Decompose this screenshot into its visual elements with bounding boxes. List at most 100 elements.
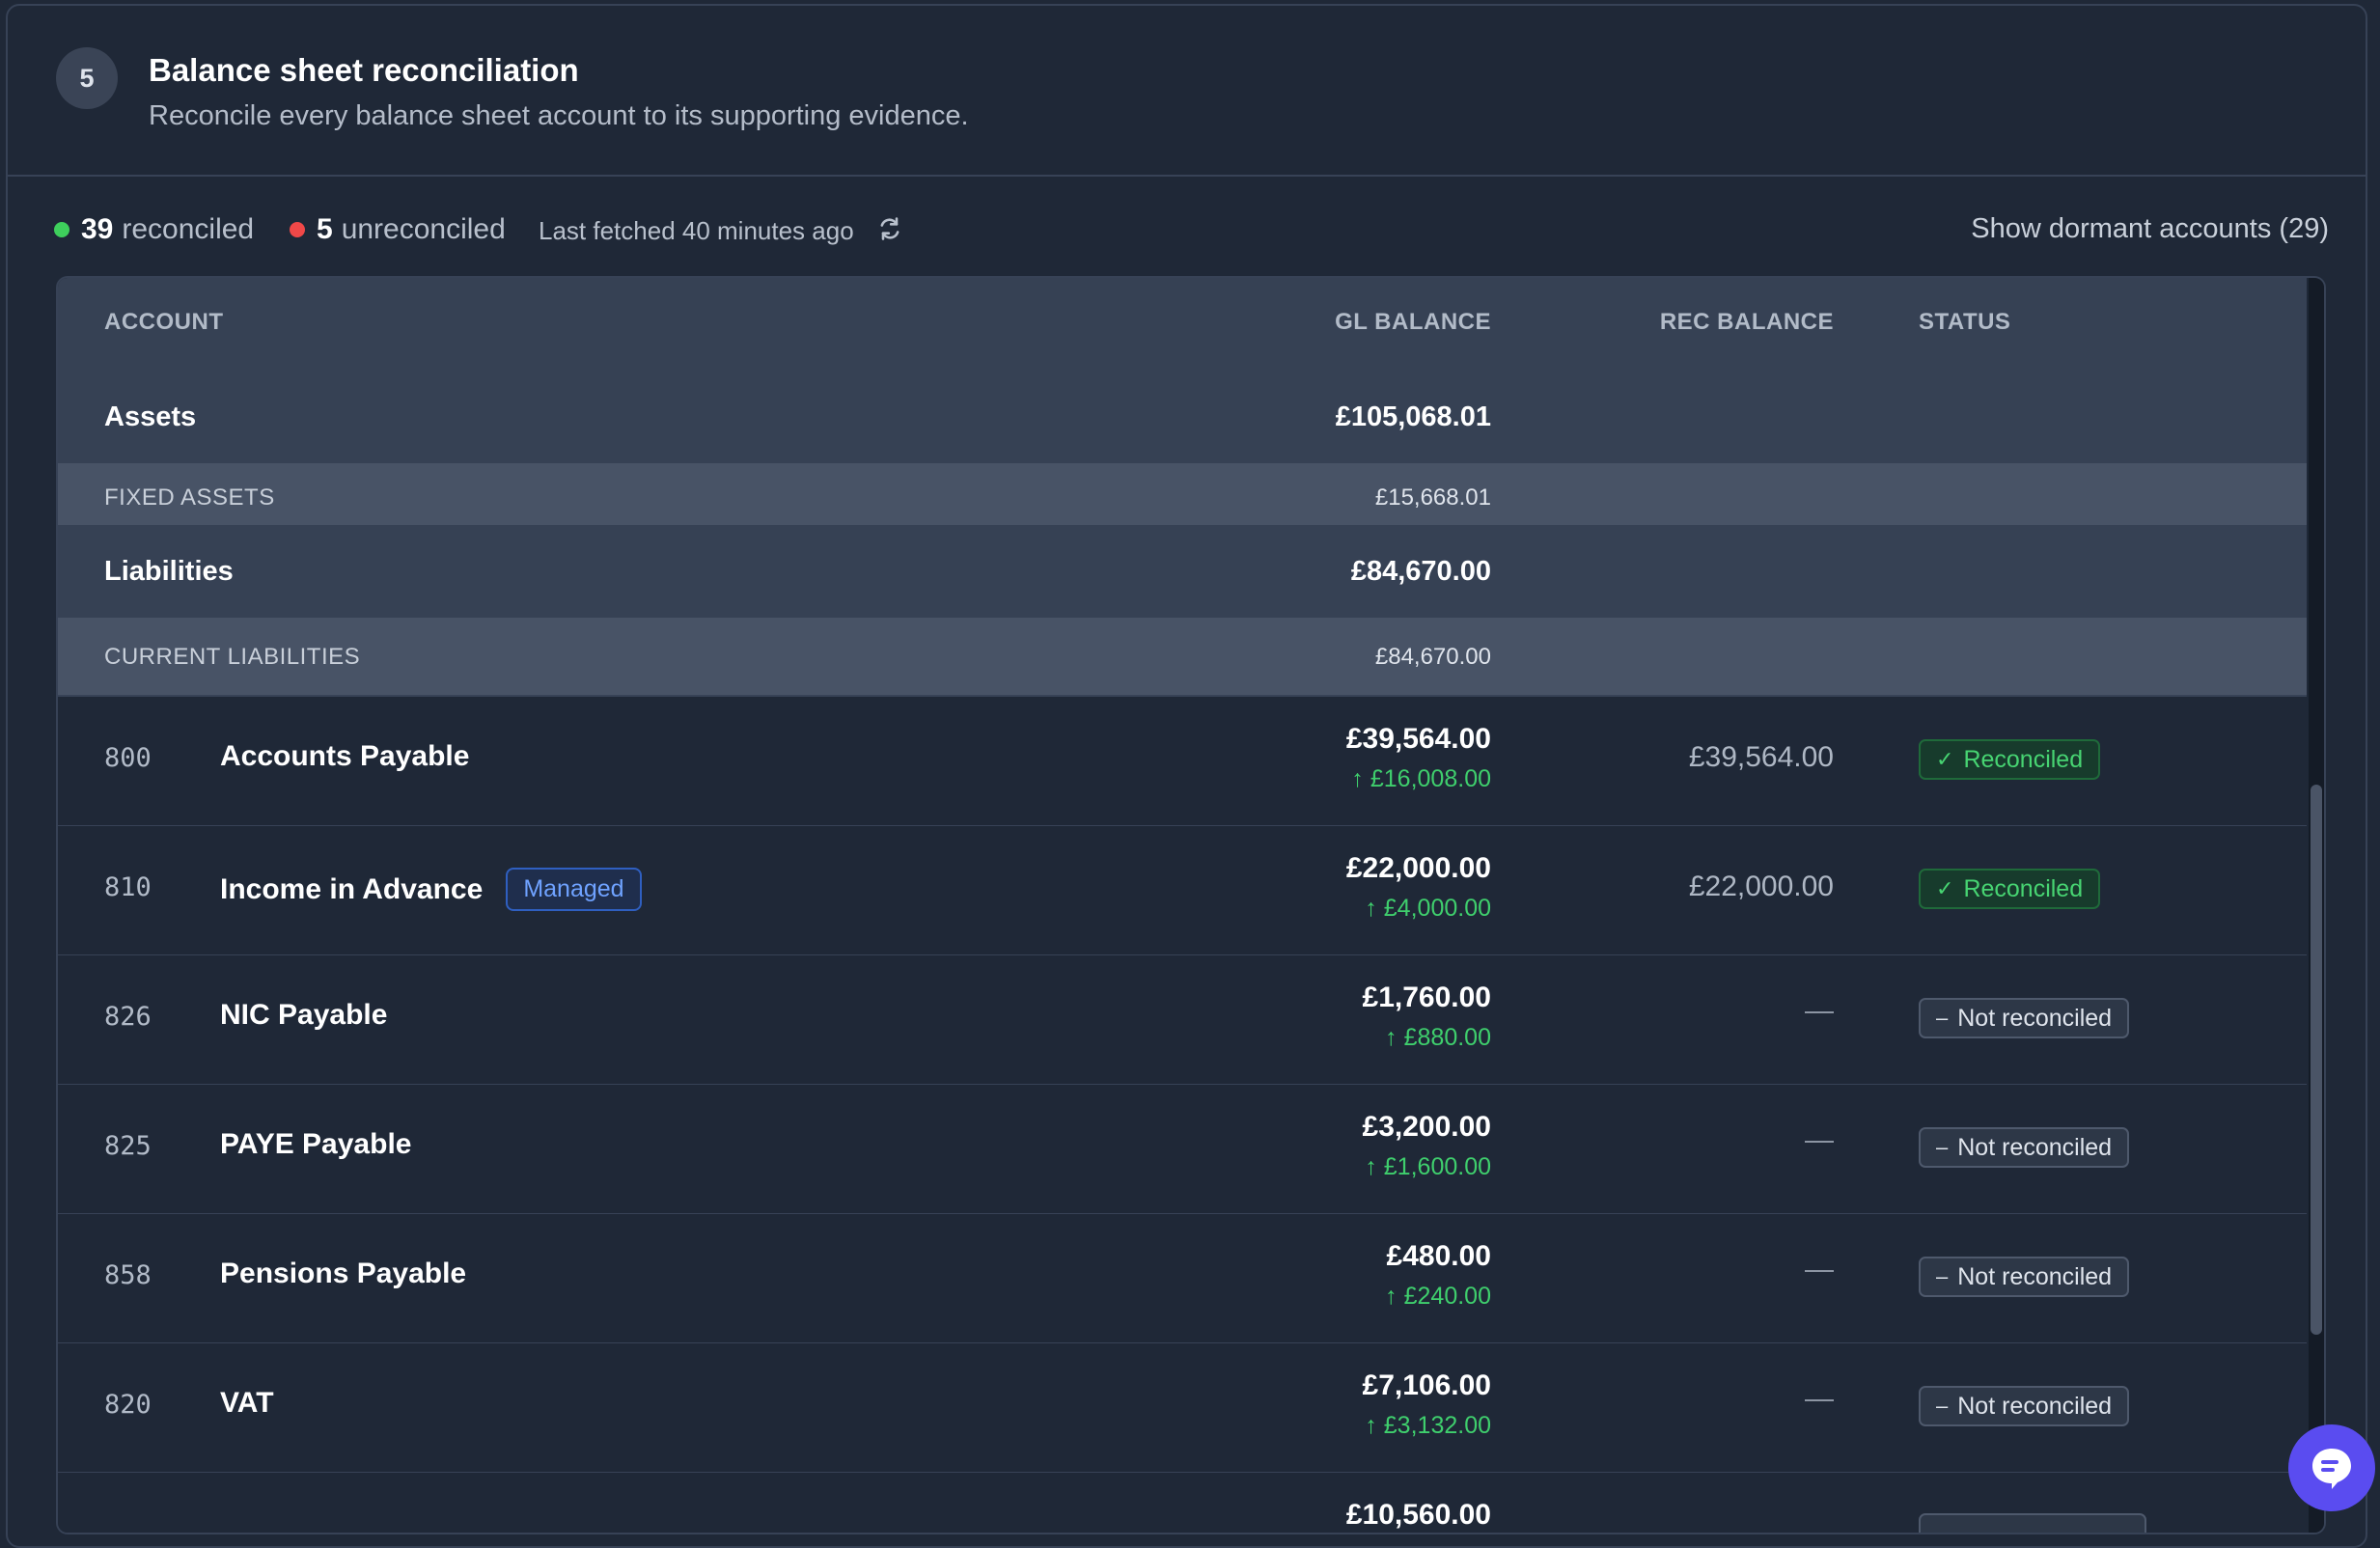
gl-delta-value: £240.00: [1403, 1283, 1491, 1310]
status-badge[interactable]: – Not reconciled: [1919, 998, 2130, 1038]
col-gl-balance: GL BALANCE: [1335, 309, 1491, 335]
rec-balance-empty-dash: [1805, 1011, 1834, 1013]
group-total: £105,068.01: [1335, 401, 1491, 432]
gl-delta: ↑ £1,600.00: [1363, 1153, 1491, 1181]
col-account: ACCOUNT: [104, 309, 224, 335]
gl-balance-cell: £3,200.00 ↑ £1,600.00: [1363, 1111, 1491, 1181]
arrow-up-icon: ↑: [1365, 1153, 1377, 1180]
group-name: Assets: [104, 401, 197, 432]
status-badge[interactable]: – Not reconciled: [1919, 1127, 2130, 1168]
gl-delta-value: £880.00: [1403, 1024, 1491, 1051]
table-row[interactable]: £10,560.00: [58, 1473, 2307, 1533]
status-badge[interactable]: – Not reconciled: [1919, 1257, 2130, 1297]
subgroup-name: FIXED ASSETS: [104, 484, 275, 511]
minus-icon: –: [1936, 1135, 1949, 1159]
arrow-up-icon: ↑: [1365, 895, 1377, 922]
account-code: 810: [104, 872, 152, 902]
table-row[interactable]: 810 Income in Advance Managed £22,000.00…: [58, 826, 2307, 956]
account-name-text: VAT: [220, 1387, 274, 1419]
gl-balance: £480.00: [1386, 1240, 1491, 1272]
gl-balance-cell: £39,564.00 ↑ £16,008.00: [1346, 723, 1491, 793]
step-badge: 5: [56, 47, 118, 109]
table-scrollbar-thumb[interactable]: [2311, 785, 2322, 1335]
gl-delta: ↑ £3,132.00: [1363, 1412, 1491, 1440]
table-row[interactable]: 825 PAYE Payable £3,200.00 ↑ £1,600.00 –…: [58, 1085, 2307, 1215]
account-name-text: NIC Payable: [220, 999, 388, 1031]
gl-balance-cell: £1,760.00 ↑ £880.00: [1363, 981, 1491, 1052]
gl-delta: ↑ £240.00: [1385, 1283, 1491, 1311]
status-text: Not reconciled: [1957, 1262, 2113, 1290]
account-name: Pensions Payable: [220, 1258, 466, 1290]
table-row[interactable]: 858 Pensions Payable £480.00 ↑ £240.00 –…: [58, 1214, 2307, 1344]
group-row-assets[interactable]: Assets £105,068.01: [58, 371, 2307, 463]
red-dot-icon: [290, 222, 305, 237]
arrow-up-icon: ↑: [1385, 1283, 1398, 1310]
account-name-text: Income in Advance: [220, 872, 484, 905]
status-badge[interactable]: [1919, 1513, 2146, 1533]
reconciled-count: 39: [81, 213, 114, 245]
gl-balance-cell: £480.00 ↑ £240.00: [1385, 1240, 1491, 1311]
status-bar: 39 reconciled 5 unreconciled Last fetche…: [8, 204, 2366, 252]
table-header: ACCOUNT GL BALANCE REC BALANCE STATUS: [58, 278, 2307, 371]
subgroup-row-fixed-assets[interactable]: FIXED ASSETS £15,668.01: [58, 463, 2307, 525]
gl-delta-value: £1,600.00: [1383, 1153, 1491, 1180]
subgroup-row-current-liabilities[interactable]: CURRENT LIABILITIES £84,670.00: [58, 618, 2307, 697]
last-fetched-text: Last fetched 40 minutes ago: [539, 216, 854, 245]
gl-balance: £10,560.00: [1345, 1499, 1491, 1531]
account-code: 825: [104, 1131, 152, 1161]
account-code: 820: [104, 1390, 152, 1420]
gl-delta-value: £3,132.00: [1383, 1412, 1491, 1439]
gl-balance: £7,106.00: [1362, 1369, 1491, 1401]
gl-balance-cell: £10,560.00: [1346, 1499, 1491, 1532]
reconciled-summary: 39 reconciled: [54, 213, 254, 246]
gl-balance: £1,760.00: [1362, 981, 1491, 1013]
chat-button[interactable]: [2288, 1424, 2375, 1511]
gl-delta: ↑ £4,000.00: [1346, 895, 1491, 923]
account-name: PAYE Payable: [220, 1128, 411, 1161]
refresh-icon[interactable]: [876, 215, 903, 242]
green-dot-icon: [54, 222, 69, 237]
chat-icon: [2312, 1449, 2351, 1489]
table-scrollbar-track[interactable]: [2309, 278, 2324, 1533]
minus-icon: –: [1936, 1264, 1949, 1288]
group-row-liabilities[interactable]: Liabilities £84,670.00: [58, 525, 2307, 618]
unreconciled-label: unreconciled: [341, 213, 506, 245]
status-badge[interactable]: ✓ Reconciled: [1919, 869, 2101, 909]
gl-balance-cell: £7,106.00 ↑ £3,132.00: [1363, 1369, 1491, 1440]
status-badge[interactable]: – Not reconciled: [1919, 1386, 2130, 1426]
arrow-up-icon: ↑: [1365, 1412, 1377, 1439]
subgroup-total: £15,668.01: [1374, 484, 1491, 511]
account-name: VAT: [220, 1387, 274, 1420]
gl-balance: £3,200.00: [1362, 1111, 1491, 1143]
subgroup-name: CURRENT LIABILITIES: [104, 644, 361, 670]
table-row[interactable]: 800 Accounts Payable £39,564.00 ↑ £16,00…: [58, 697, 2307, 827]
rec-balance-empty-dash: [1805, 1270, 1834, 1272]
status-text: Reconciled: [1963, 745, 2084, 773]
rec-balance-empty-dash: [1805, 1141, 1834, 1143]
col-status: STATUS: [1919, 309, 2011, 335]
table-row[interactable]: 826 NIC Payable £1,760.00 ↑ £880.00 – Not…: [58, 955, 2307, 1086]
group-name: Liabilities: [104, 556, 234, 587]
unreconciled-count: 5: [317, 213, 333, 245]
status-badge[interactable]: ✓ Reconciled: [1919, 739, 2101, 780]
col-rec-balance: REC BALANCE: [1659, 309, 1834, 335]
gl-delta-value: £16,008.00: [1370, 765, 1491, 792]
arrow-up-icon: ↑: [1385, 1024, 1398, 1051]
rec-balance-empty-dash: [1805, 1399, 1834, 1401]
page-subtitle: Reconcile every balance sheet account to…: [149, 100, 969, 131]
gl-balance-cell: £22,000.00 ↑ £4,000.00: [1346, 852, 1491, 923]
show-dormant-accounts-link[interactable]: Show dormant accounts (29): [1971, 213, 2329, 245]
status-text: Reconciled: [1963, 874, 2084, 902]
gl-balance: £22,000.00: [1345, 852, 1491, 884]
check-icon: ✓: [1936, 747, 1954, 771]
unreconciled-summary: 5 unreconciled: [290, 213, 506, 246]
account-code: 826: [104, 1002, 152, 1032]
account-name-text: Accounts Payable: [220, 740, 470, 772]
table-row[interactable]: 820 VAT £7,106.00 ↑ £3,132.00 – Not recon…: [58, 1343, 2307, 1474]
panel-header: 5 Balance sheet reconciliation Reconcile…: [8, 6, 2366, 177]
status-text: Not reconciled: [1957, 1133, 2113, 1161]
managed-badge: Managed: [506, 868, 642, 911]
account-name: Accounts Payable: [220, 740, 469, 773]
gl-balance: £39,564.00: [1345, 723, 1491, 755]
gl-delta: ↑ £880.00: [1363, 1024, 1491, 1052]
